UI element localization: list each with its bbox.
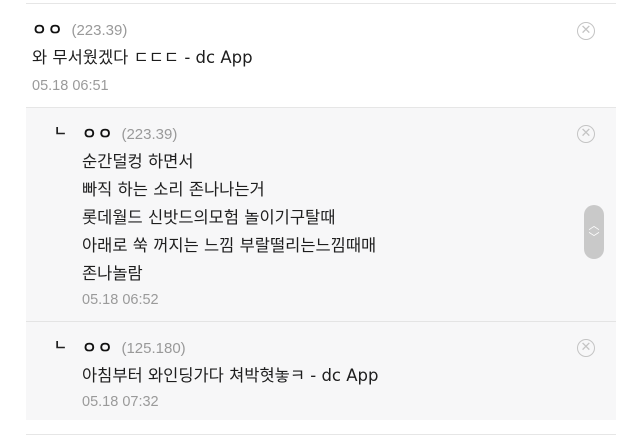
reply-nickname[interactable]: ㅇㅇ xyxy=(82,120,113,144)
comment-header: ㅇㅇ (223.39) xyxy=(32,16,127,40)
reply-header: ㅇㅇ (223.39) xyxy=(82,120,177,144)
reply-line: 순간덜컹 하면서 xyxy=(82,152,194,171)
reply-body: 아침부터 와인딩가다 쳐박혓놓ㅋ - dc App xyxy=(82,362,378,390)
reply-line: 존나놀람 xyxy=(82,264,143,283)
reply-ip: (223.39) xyxy=(121,126,178,143)
reply-body: 순간덜컹 하면서 빠직 하는 소리 존나나는거 롯데월드 신밧드의모험 놀이기구… xyxy=(82,148,376,288)
comment-list: ㅇㅇ (223.39) ✕ 와 무서웠겠다 ㄷㄷㄷ - dc App 05.18… xyxy=(26,0,616,438)
comment-ip: (223.39) xyxy=(71,22,128,39)
divider xyxy=(26,434,616,435)
reply-item: ㄴ ㅇㅇ (125.180) ✕ 아침부터 와인딩가다 쳐박혓놓ㅋ - dc A… xyxy=(26,322,616,420)
reply-line: 롯데월드 신밧드의모험 놀이기구탈때 xyxy=(82,208,336,227)
reply-arrow-icon: ㄴ xyxy=(54,338,67,354)
comment-date: 05.18 06:51 xyxy=(32,78,109,94)
chevron-down-icon: ﹀ xyxy=(588,231,600,244)
reply-arrow-icon: ㄴ xyxy=(54,124,67,140)
close-circle-icon[interactable]: ✕ xyxy=(577,22,595,40)
reply-ip: (125.180) xyxy=(121,340,186,357)
comment-item: ㅇㅇ (223.39) ✕ 와 무서웠겠다 ㄷㄷㄷ - dc App 05.18… xyxy=(26,4,616,108)
comment-nickname[interactable]: ㅇㅇ xyxy=(32,16,63,40)
scrollbar-thumb[interactable]: ︿ ﹀ xyxy=(584,205,604,259)
reply-line: 빠직 하는 소리 존나나는거 xyxy=(82,180,265,199)
reply-date: 05.18 06:52 xyxy=(82,292,159,308)
comment-body: 와 무서웠겠다 ㄷㄷㄷ - dc App xyxy=(32,44,253,72)
reply-item: ㄴ ㅇㅇ (223.39) ✕ 순간덜컹 하면서 빠직 하는 소리 존나나는거 … xyxy=(26,108,616,322)
close-circle-icon[interactable]: ✕ xyxy=(577,339,595,357)
close-circle-icon[interactable]: ✕ xyxy=(577,125,595,143)
reply-header: ㅇㅇ (125.180) xyxy=(82,334,186,358)
reply-line: 아래로 쑥 꺼지는 느낌 부랄떨리는느낌때매 xyxy=(82,236,377,255)
reply-nickname[interactable]: ㅇㅇ xyxy=(82,334,113,358)
comment-line: 와 무서웠겠다 ㄷㄷㄷ - dc App xyxy=(32,48,253,67)
reply-date: 05.18 07:32 xyxy=(82,394,159,410)
reply-line: 아침부터 와인딩가다 쳐박혓놓ㅋ - dc App xyxy=(82,366,379,385)
